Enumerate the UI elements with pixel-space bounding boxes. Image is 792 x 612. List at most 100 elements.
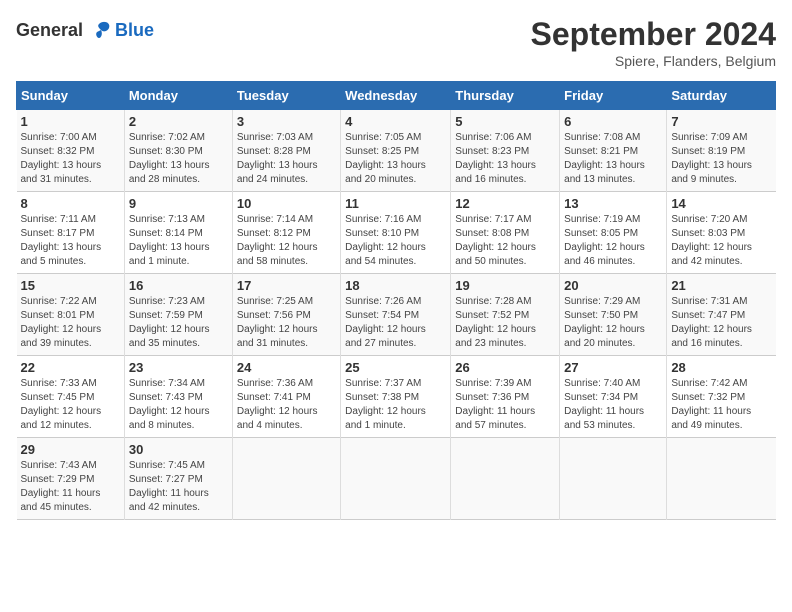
calendar-cell: 22 Sunrise: 7:33 AM Sunset: 7:45 PM Dayli… — [17, 356, 125, 438]
day-detail: Sunrise: 7:36 AM Sunset: 7:41 PM Dayligh… — [237, 377, 336, 433]
day-number: 9 — [129, 196, 228, 211]
logo-bird-icon — [85, 16, 113, 44]
day-detail: Sunrise: 7:03 AM Sunset: 8:28 PM Dayligh… — [237, 131, 336, 187]
day-number: 19 — [455, 278, 555, 293]
day-number: 14 — [671, 196, 771, 211]
day-detail: Sunrise: 7:33 AM Sunset: 7:45 PM Dayligh… — [21, 377, 120, 433]
day-detail: Sunrise: 7:40 AM Sunset: 7:34 PM Dayligh… — [564, 377, 662, 433]
calendar-cell: 30 Sunrise: 7:45 AM Sunset: 7:27 PM Dayli… — [124, 438, 232, 520]
day-number: 11 — [345, 196, 446, 211]
day-number: 17 — [237, 278, 336, 293]
day-detail: Sunrise: 7:00 AM Sunset: 8:32 PM Dayligh… — [21, 131, 120, 187]
week-row-5: 29 Sunrise: 7:43 AM Sunset: 7:29 PM Dayli… — [17, 438, 776, 520]
day-detail: Sunrise: 7:22 AM Sunset: 8:01 PM Dayligh… — [21, 295, 120, 351]
month-title: September 2024 — [531, 16, 776, 53]
day-number: 21 — [671, 278, 771, 293]
day-number: 7 — [671, 114, 771, 129]
column-header-wednesday: Wednesday — [341, 82, 451, 110]
day-detail: Sunrise: 7:17 AM Sunset: 8:08 PM Dayligh… — [455, 213, 555, 269]
title-block: September 2024 Spiere, Flanders, Belgium — [531, 16, 776, 69]
day-detail: Sunrise: 7:42 AM Sunset: 7:32 PM Dayligh… — [671, 377, 771, 433]
calendar-cell: 27 Sunrise: 7:40 AM Sunset: 7:34 PM Dayli… — [560, 356, 667, 438]
day-detail: Sunrise: 7:29 AM Sunset: 7:50 PM Dayligh… — [564, 295, 662, 351]
day-number: 5 — [455, 114, 555, 129]
day-detail: Sunrise: 7:14 AM Sunset: 8:12 PM Dayligh… — [237, 213, 336, 269]
day-number: 8 — [21, 196, 120, 211]
day-number: 13 — [564, 196, 662, 211]
day-detail: Sunrise: 7:37 AM Sunset: 7:38 PM Dayligh… — [345, 377, 446, 433]
day-header-row: SundayMondayTuesdayWednesdayThursdayFrid… — [17, 82, 776, 110]
day-number: 6 — [564, 114, 662, 129]
day-number: 24 — [237, 360, 336, 375]
calendar-cell: 16 Sunrise: 7:23 AM Sunset: 7:59 PM Dayli… — [124, 274, 232, 356]
calendar-table: SundayMondayTuesdayWednesdayThursdayFrid… — [16, 81, 776, 520]
column-header-tuesday: Tuesday — [232, 82, 340, 110]
calendar-cell: 18 Sunrise: 7:26 AM Sunset: 7:54 PM Dayli… — [341, 274, 451, 356]
day-number: 12 — [455, 196, 555, 211]
day-detail: Sunrise: 7:08 AM Sunset: 8:21 PM Dayligh… — [564, 131, 662, 187]
day-number: 20 — [564, 278, 662, 293]
calendar-cell: 20 Sunrise: 7:29 AM Sunset: 7:50 PM Dayli… — [560, 274, 667, 356]
day-number: 26 — [455, 360, 555, 375]
day-detail: Sunrise: 7:43 AM Sunset: 7:29 PM Dayligh… — [21, 459, 120, 515]
day-number: 1 — [21, 114, 120, 129]
day-detail: Sunrise: 7:25 AM Sunset: 7:56 PM Dayligh… — [237, 295, 336, 351]
calendar-cell: 14Sunrise: 7:20 AM Sunset: 8:03 PM Dayli… — [667, 192, 776, 274]
day-number: 27 — [564, 360, 662, 375]
calendar-cell: 1 Sunrise: 7:00 AM Sunset: 8:32 PM Daylig… — [17, 110, 125, 192]
day-detail: Sunrise: 7:16 AM Sunset: 8:10 PM Dayligh… — [345, 213, 446, 269]
day-detail: Sunrise: 7:06 AM Sunset: 8:23 PM Dayligh… — [455, 131, 555, 187]
day-detail: Sunrise: 7:31 AM Sunset: 7:47 PM Dayligh… — [671, 295, 771, 351]
day-number: 23 — [129, 360, 228, 375]
day-detail: Sunrise: 7:09 AM Sunset: 8:19 PM Dayligh… — [671, 131, 771, 187]
column-header-saturday: Saturday — [667, 82, 776, 110]
column-header-thursday: Thursday — [451, 82, 560, 110]
week-row-4: 22 Sunrise: 7:33 AM Sunset: 7:45 PM Dayli… — [17, 356, 776, 438]
day-detail: Sunrise: 7:19 AM Sunset: 8:05 PM Dayligh… — [564, 213, 662, 269]
day-number: 30 — [129, 442, 228, 457]
calendar-cell — [341, 438, 451, 520]
calendar-cell: 11 Sunrise: 7:16 AM Sunset: 8:10 PM Dayli… — [341, 192, 451, 274]
day-number: 25 — [345, 360, 446, 375]
calendar-cell: 17 Sunrise: 7:25 AM Sunset: 7:56 PM Dayli… — [232, 274, 340, 356]
day-number: 18 — [345, 278, 446, 293]
day-detail: Sunrise: 7:02 AM Sunset: 8:30 PM Dayligh… — [129, 131, 228, 187]
day-number: 3 — [237, 114, 336, 129]
day-number: 2 — [129, 114, 228, 129]
calendar-cell: 24 Sunrise: 7:36 AM Sunset: 7:41 PM Dayli… — [232, 356, 340, 438]
day-number: 15 — [21, 278, 120, 293]
day-detail: Sunrise: 7:23 AM Sunset: 7:59 PM Dayligh… — [129, 295, 228, 351]
column-header-friday: Friday — [560, 82, 667, 110]
day-number: 4 — [345, 114, 446, 129]
day-detail: Sunrise: 7:34 AM Sunset: 7:43 PM Dayligh… — [129, 377, 228, 433]
header: General Blue September 2024 Spiere, Flan… — [16, 16, 776, 69]
calendar-cell: 12 Sunrise: 7:17 AM Sunset: 8:08 PM Dayli… — [451, 192, 560, 274]
calendar-cell — [451, 438, 560, 520]
logo-blue: Blue — [115, 20, 154, 41]
day-detail: Sunrise: 7:45 AM Sunset: 7:27 PM Dayligh… — [129, 459, 228, 515]
day-detail: Sunrise: 7:28 AM Sunset: 7:52 PM Dayligh… — [455, 295, 555, 351]
calendar-cell: 3 Sunrise: 7:03 AM Sunset: 8:28 PM Daylig… — [232, 110, 340, 192]
day-number: 22 — [21, 360, 120, 375]
day-number: 29 — [21, 442, 120, 457]
calendar-cell — [560, 438, 667, 520]
calendar-cell: 19 Sunrise: 7:28 AM Sunset: 7:52 PM Dayli… — [451, 274, 560, 356]
day-detail: Sunrise: 7:05 AM Sunset: 8:25 PM Dayligh… — [345, 131, 446, 187]
week-row-3: 15 Sunrise: 7:22 AM Sunset: 8:01 PM Dayli… — [17, 274, 776, 356]
day-detail: Sunrise: 7:26 AM Sunset: 7:54 PM Dayligh… — [345, 295, 446, 351]
calendar-cell — [232, 438, 340, 520]
calendar-cell: 23 Sunrise: 7:34 AM Sunset: 7:43 PM Dayli… — [124, 356, 232, 438]
calendar-cell: 21 Sunrise: 7:31 AM Sunset: 7:47 PM Dayli… — [667, 274, 776, 356]
calendar-cell: 4 Sunrise: 7:05 AM Sunset: 8:25 PM Daylig… — [341, 110, 451, 192]
calendar-cell: 9 Sunrise: 7:13 AM Sunset: 8:14 PM Daylig… — [124, 192, 232, 274]
week-row-2: 8Sunrise: 7:11 AM Sunset: 8:17 PM Daylig… — [17, 192, 776, 274]
column-header-monday: Monday — [124, 82, 232, 110]
calendar-cell: 7 Sunrise: 7:09 AM Sunset: 8:19 PM Daylig… — [667, 110, 776, 192]
day-detail: Sunrise: 7:13 AM Sunset: 8:14 PM Dayligh… — [129, 213, 228, 269]
location: Spiere, Flanders, Belgium — [531, 53, 776, 69]
week-row-1: 1 Sunrise: 7:00 AM Sunset: 8:32 PM Daylig… — [17, 110, 776, 192]
day-number: 28 — [671, 360, 771, 375]
calendar-cell: 29 Sunrise: 7:43 AM Sunset: 7:29 PM Dayli… — [17, 438, 125, 520]
day-number: 16 — [129, 278, 228, 293]
calendar-cell: 13 Sunrise: 7:19 AM Sunset: 8:05 PM Dayli… — [560, 192, 667, 274]
